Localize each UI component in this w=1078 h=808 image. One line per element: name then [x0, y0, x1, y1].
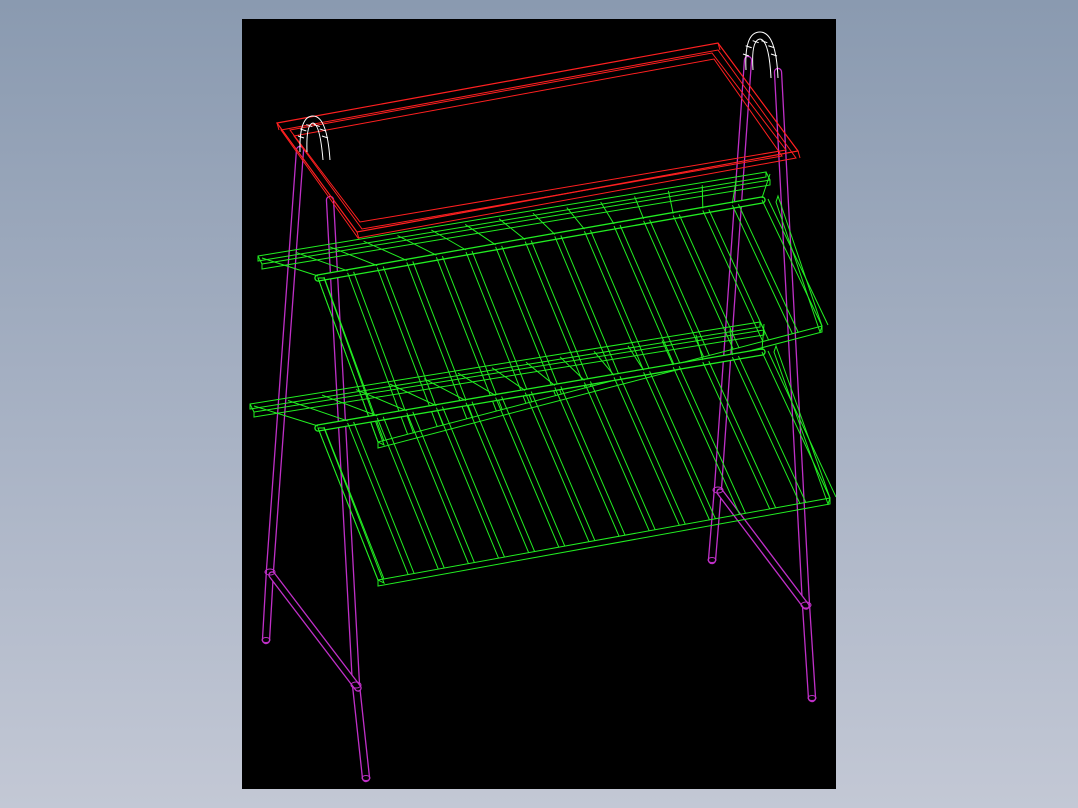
- shelf-top-bar-core: [315, 197, 765, 281]
- right-brace-core: [717, 489, 809, 609]
- shelf-slat-5-b: [471, 401, 536, 552]
- shelf-slat-3-b: [412, 261, 474, 418]
- shelf-slat-13-a: [702, 361, 771, 510]
- bend-tick-0: [297, 135, 305, 139]
- shelf-slat-2-b: [382, 266, 444, 426]
- shelf-rib-13: [701, 185, 704, 209]
- left-rear-leg-core: [263, 147, 303, 643]
- shelf-slat-9-b: [589, 230, 651, 372]
- shelf-slat-1-a: [347, 272, 409, 435]
- top-bends: [297, 31, 779, 161]
- right-rear-leg: [707, 55, 753, 565]
- cad-viewport[interactable]: [242, 19, 836, 789]
- shelf-slat-4-a: [435, 257, 497, 412]
- bend-inner: [752, 38, 772, 79]
- shelf-slat-4-b: [441, 406, 505, 558]
- shelf-slat-10-a: [613, 377, 680, 526]
- shelf-rib-12: [667, 190, 674, 214]
- shelf-slat-12-a: [672, 366, 741, 515]
- shelf-rib-1: [295, 251, 348, 272]
- shelf-slat-7-b: [530, 240, 592, 388]
- shelf-rib-5: [423, 378, 467, 402]
- shelf-slat-7-a: [524, 241, 586, 389]
- wireframe-model: [249, 31, 836, 783]
- shelf-slat-15-b: [767, 198, 829, 326]
- shelf-slat-6-a: [495, 397, 560, 548]
- shelf-slat-9-b: [589, 381, 656, 531]
- right-rear-leg-core: [709, 57, 751, 563]
- shelf-slat-4-a: [435, 407, 499, 559]
- shelf-slat-8-b: [560, 386, 626, 536]
- right-brace: [716, 488, 810, 610]
- shelf-slat-7-a: [524, 392, 590, 542]
- shelf-slat-0-b: [323, 426, 385, 580]
- shelf-slat-3-a: [406, 412, 469, 564]
- shelf-slat-9-a: [583, 231, 645, 373]
- shelf-slat-11-a: [643, 372, 710, 521]
- shelf-top-bar: [314, 196, 766, 282]
- tray-corner-2: [797, 150, 801, 159]
- shelf-rib-4: [389, 383, 437, 407]
- shelf-slat-5-a: [465, 251, 527, 404]
- shelf-slat-5-a: [465, 402, 530, 553]
- shelf-slat-11-a: [643, 220, 705, 358]
- shelf-slat-11-b: [649, 219, 711, 357]
- tray-inner-rim: [289, 52, 787, 223]
- shelf-rib-0: [253, 405, 319, 427]
- shelf-slat-4-b: [441, 256, 503, 411]
- bend-outer: [299, 115, 331, 161]
- shelf-rib-3: [355, 389, 407, 412]
- shelf-slat-7-b: [530, 391, 596, 541]
- shelf-slat-12-a: [672, 215, 734, 350]
- shelf-slat-8-a: [554, 387, 620, 537]
- shelf-slat-3-b: [412, 411, 475, 563]
- shelf-slat-3-a: [406, 262, 468, 419]
- shelf-slat-6-b: [501, 396, 566, 547]
- left-rear-leg: [261, 145, 305, 645]
- shelf-slat-9-a: [583, 382, 650, 532]
- shelf-slat-5-b: [471, 250, 533, 403]
- shelf-slat-14-a: [731, 356, 801, 504]
- left-brace-core: [269, 572, 361, 691]
- shelf-slat-1-b: [353, 271, 415, 434]
- shelf-slat-12-b: [678, 365, 747, 514]
- left-brace: [268, 571, 362, 692]
- shelf-slat-2-b: [382, 416, 445, 569]
- shelf-slat-10-b: [619, 376, 686, 525]
- shelf-slat-11-b: [649, 371, 716, 520]
- bend-inner: [306, 122, 324, 161]
